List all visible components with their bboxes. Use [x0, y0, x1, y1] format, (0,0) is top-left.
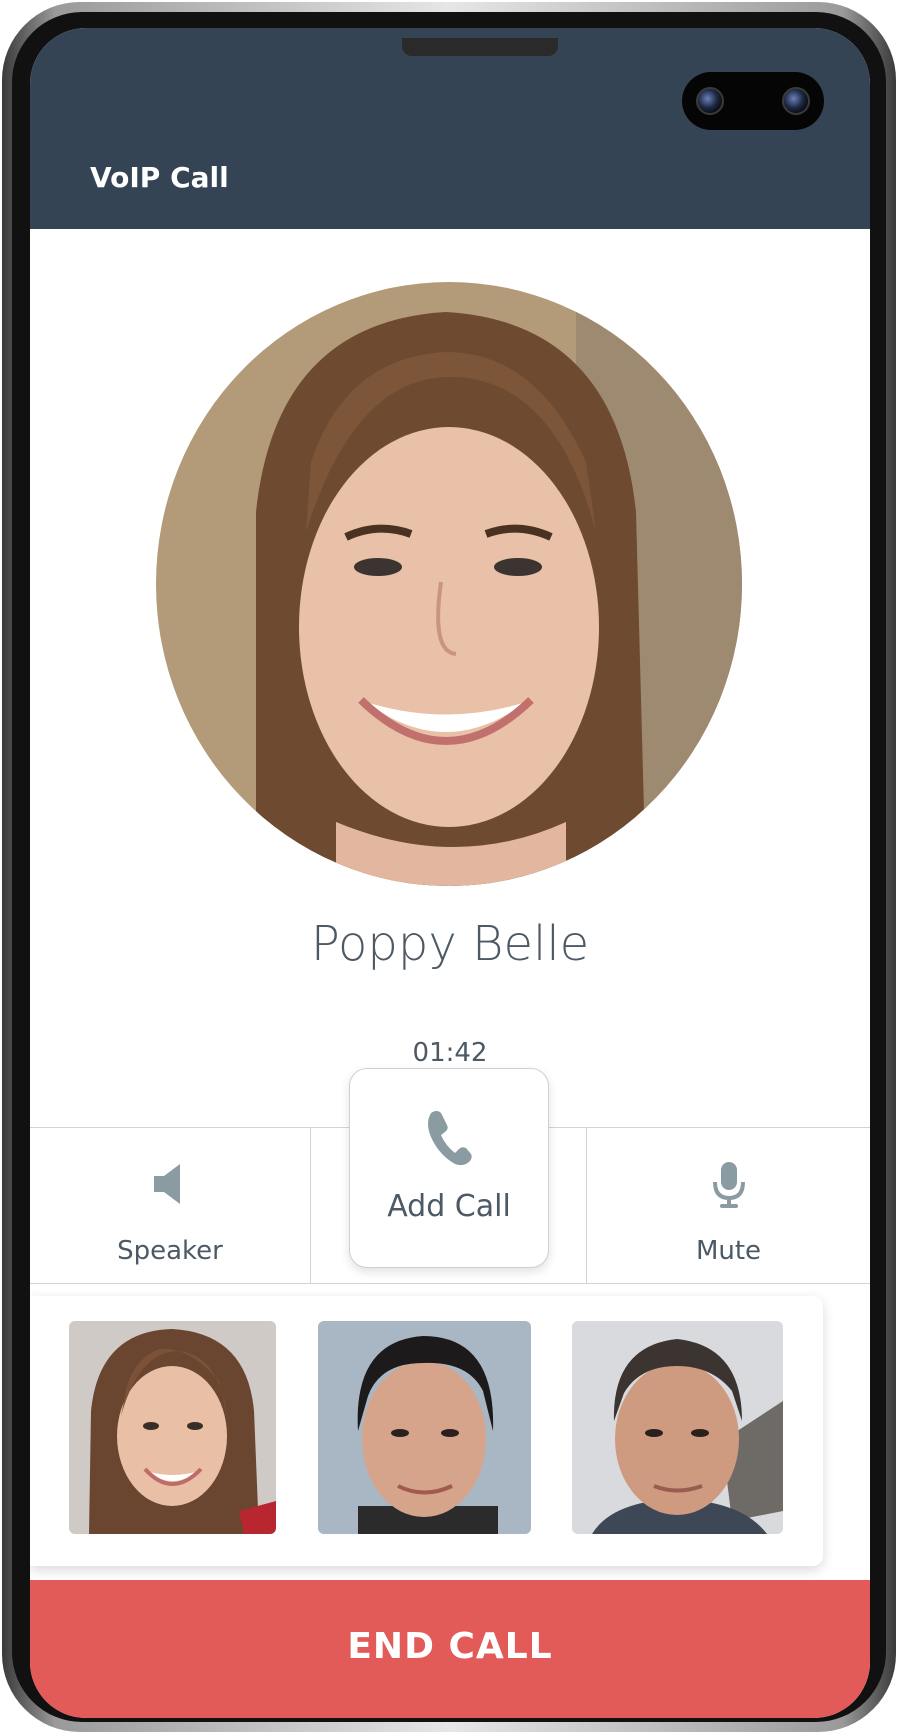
- phone-icon: [425, 1107, 473, 1171]
- earpiece-speaker: [402, 38, 558, 56]
- contact-avatar[interactable]: [318, 1321, 531, 1534]
- contact-avatar[interactable]: [69, 1321, 276, 1534]
- add-call-button[interactable]: Add Call: [349, 1068, 549, 1268]
- microphone-icon: [711, 1160, 747, 1214]
- camera-lens-icon: [696, 87, 724, 115]
- mute-button[interactable]: Mute: [587, 1128, 870, 1283]
- speaker-button[interactable]: Speaker: [30, 1128, 311, 1283]
- end-call-button[interactable]: END CALL: [30, 1580, 870, 1718]
- phone-screen: VoIP Call Poppy Belle 01:42 Speaker Mute…: [30, 28, 870, 1718]
- camera-lens-icon: [782, 87, 810, 115]
- contacts-strip: [30, 1296, 823, 1566]
- speaker-icon: [150, 1160, 190, 1212]
- add-call-label: Add Call: [387, 1189, 511, 1224]
- contact-avatar[interactable]: [572, 1321, 783, 1534]
- front-camera: [682, 72, 824, 130]
- app-header: VoIP Call: [30, 28, 870, 229]
- call-duration: 01:42: [412, 1038, 488, 1068]
- speaker-label: Speaker: [117, 1236, 223, 1266]
- caller-name: Poppy Belle: [310, 916, 590, 972]
- caller-avatar: [156, 282, 742, 886]
- mute-label: Mute: [695, 1236, 762, 1266]
- page-title: VoIP Call: [90, 161, 229, 194]
